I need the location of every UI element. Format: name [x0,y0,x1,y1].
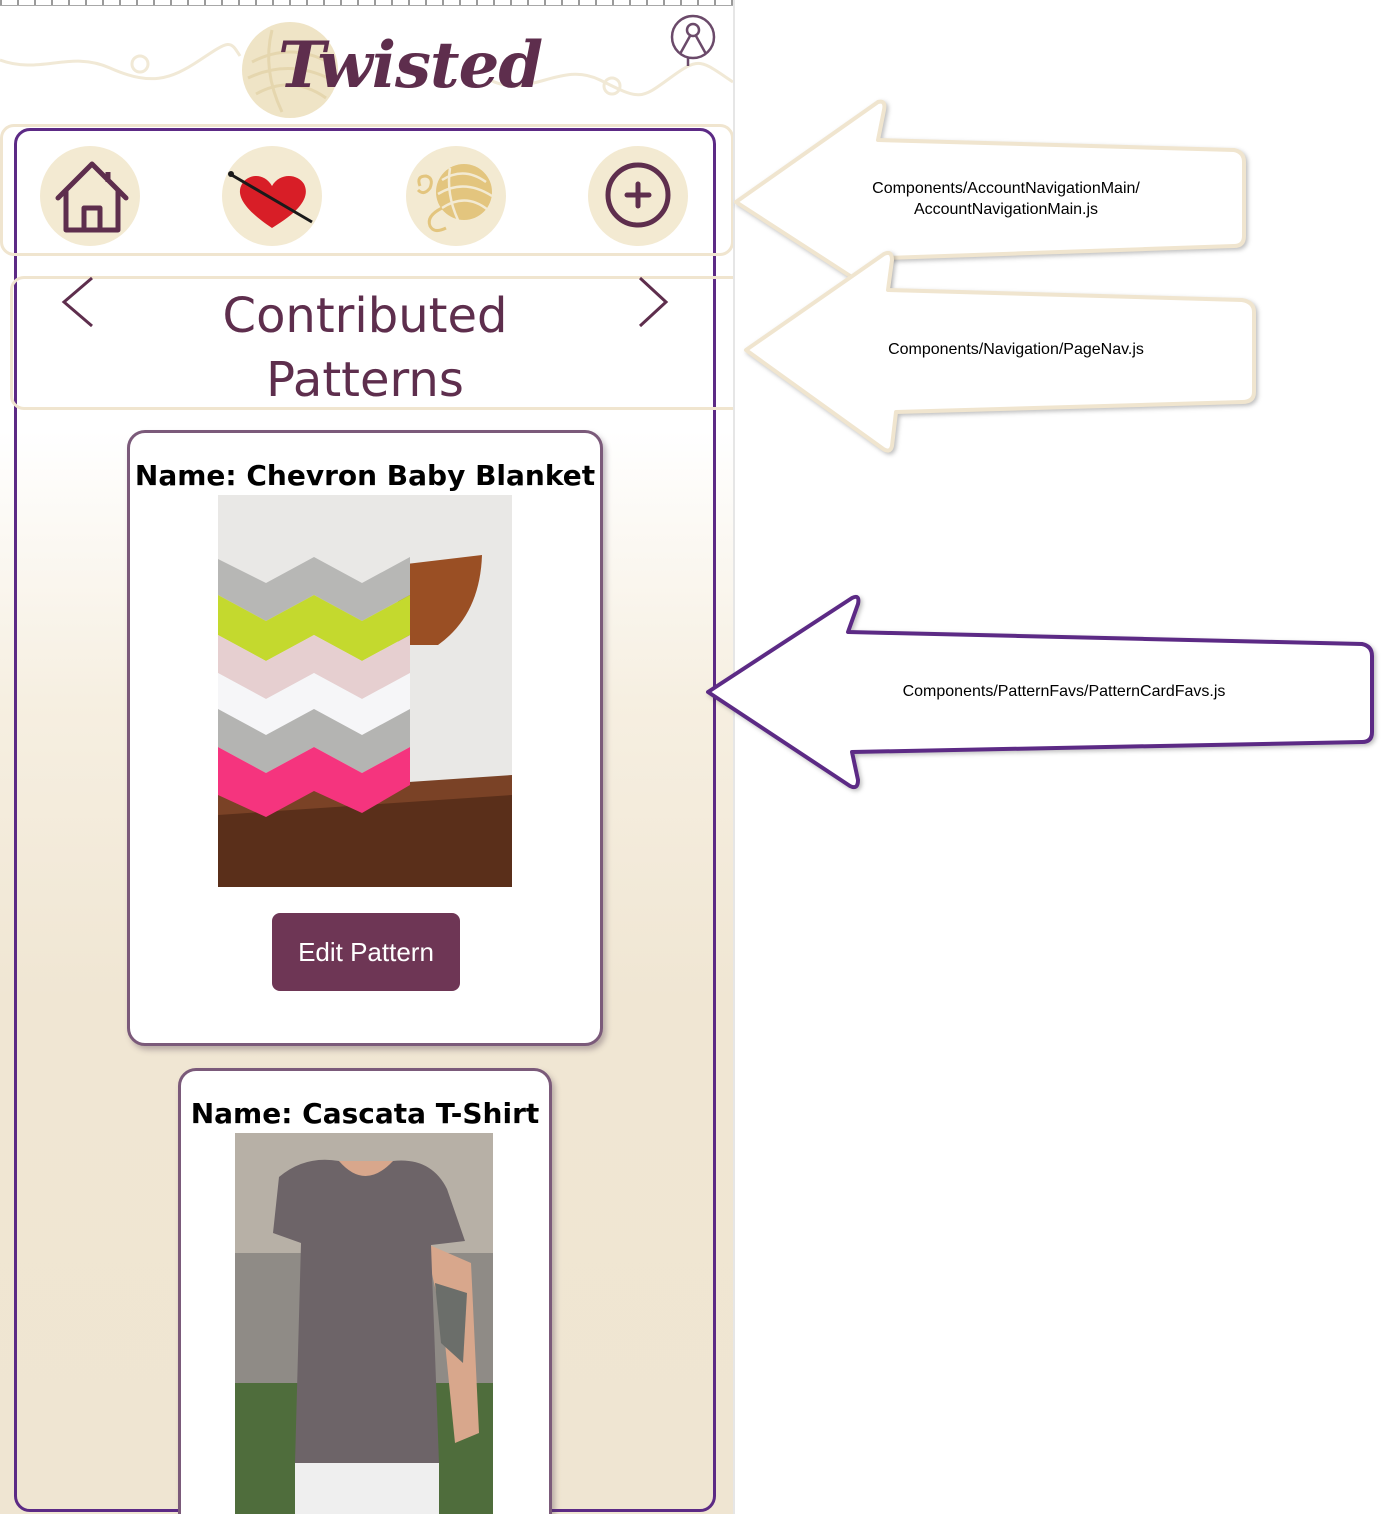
annotation-line: AccountNavigationMain.js [913,201,1099,218]
annotation-line: Components/Navigation/PageNav.js [888,341,1144,358]
annotation-account-nav-label: Components/AccountNavigationMain/ Accoun… [846,178,1166,220]
annotation-line: Components/AccountNavigationMain/ [872,180,1140,197]
annotation-page-nav-label: Components/Navigation/PageNav.js [856,339,1176,360]
annotation-arrows [706,99,1374,790]
annotation-line: Components/PatternFavs/PatternCardFavs.j… [902,683,1226,700]
annotation-pattern-card-label: Components/PatternFavs/PatternCardFavs.j… [864,681,1264,702]
